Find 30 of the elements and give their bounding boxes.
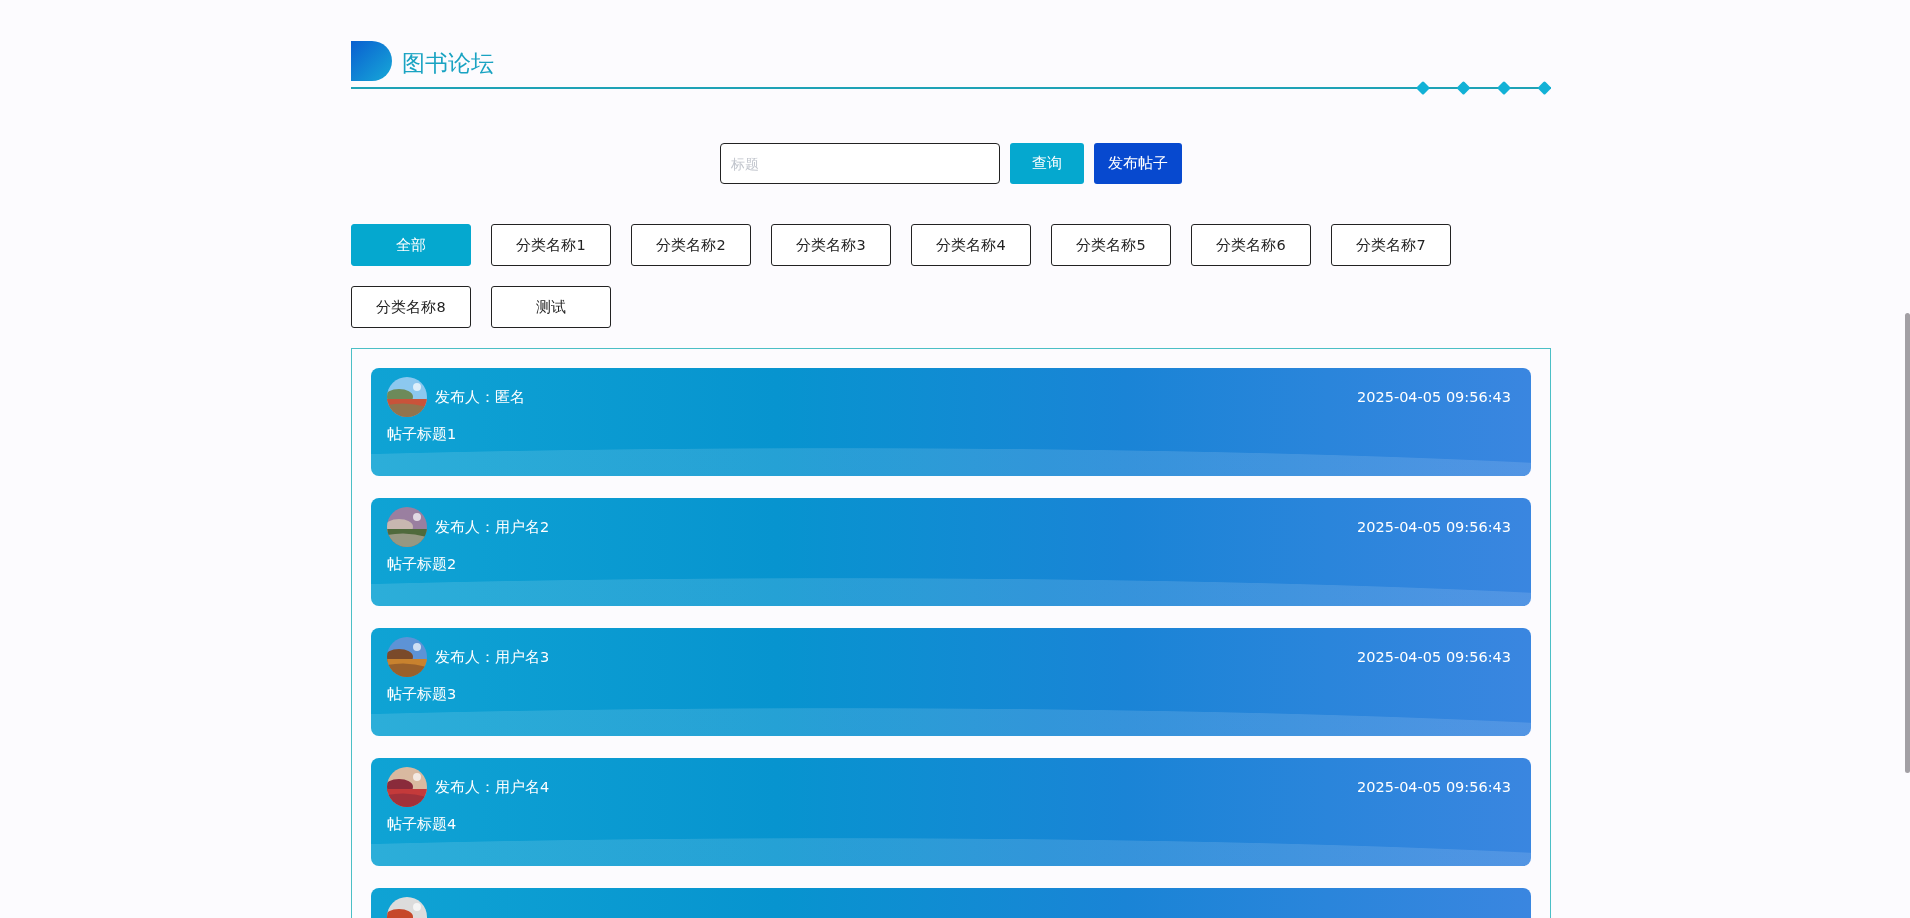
- category-tab[interactable]: 测试: [491, 286, 611, 328]
- post-title: 帖子标题1: [387, 425, 457, 444]
- post-title: 帖子标题2: [387, 555, 457, 574]
- page-title: 图书论坛: [402, 49, 494, 78]
- scrollbar[interactable]: [1905, 313, 1910, 773]
- post-time: 2025-04-05 09:56:43: [1357, 779, 1512, 795]
- post-card[interactable]: 发布人：用户名2 2025-04-05 09:56:43 帖子标题2: [371, 498, 1531, 606]
- poster-name: 发布人：用户名3: [435, 647, 551, 667]
- category-tab[interactable]: 分类名称1: [491, 224, 611, 266]
- category-tab[interactable]: 分类名称5: [1051, 224, 1171, 266]
- post-card[interactable]: 发布人：用户名3 2025-04-05 09:56:43 帖子标题3: [371, 628, 1531, 736]
- publish-post-button[interactable]: 发布帖子: [1094, 143, 1182, 184]
- category-tab[interactable]: 分类名称2: [631, 224, 751, 266]
- category-tab[interactable]: 分类名称8: [351, 286, 471, 328]
- post-time: 2025-04-05 09:56:43: [1357, 519, 1512, 535]
- post-title: 帖子标题3: [387, 685, 457, 704]
- post-time: 2025-04-05 09:56:43: [1357, 389, 1512, 405]
- post-title: 帖子标题4: [387, 815, 457, 834]
- poster-name: 发布人：匿名: [435, 387, 526, 407]
- title-search-field[interactable]: 标题: [720, 143, 1000, 184]
- category-tab[interactable]: 分类名称4: [911, 224, 1031, 266]
- category-tab[interactable]: 分类名称3: [771, 224, 891, 266]
- post-card[interactable]: 发布人：匿名 2025-04-05 09:56:43 帖子标题1: [371, 368, 1531, 476]
- post-time: 2025-04-05 09:56:43: [1357, 649, 1512, 665]
- category-tab[interactable]: 分类名称7: [1331, 224, 1451, 266]
- poster-name: 发布人：用户名2: [435, 517, 551, 537]
- post-card[interactable]: 发布人：用户名4 2025-04-05 09:56:43 帖子标题4: [371, 758, 1531, 866]
- category-tab[interactable]: 分类名称6: [1191, 224, 1311, 266]
- poster-name: 发布人：用户名4: [435, 777, 551, 797]
- logo-icon: [351, 41, 392, 81]
